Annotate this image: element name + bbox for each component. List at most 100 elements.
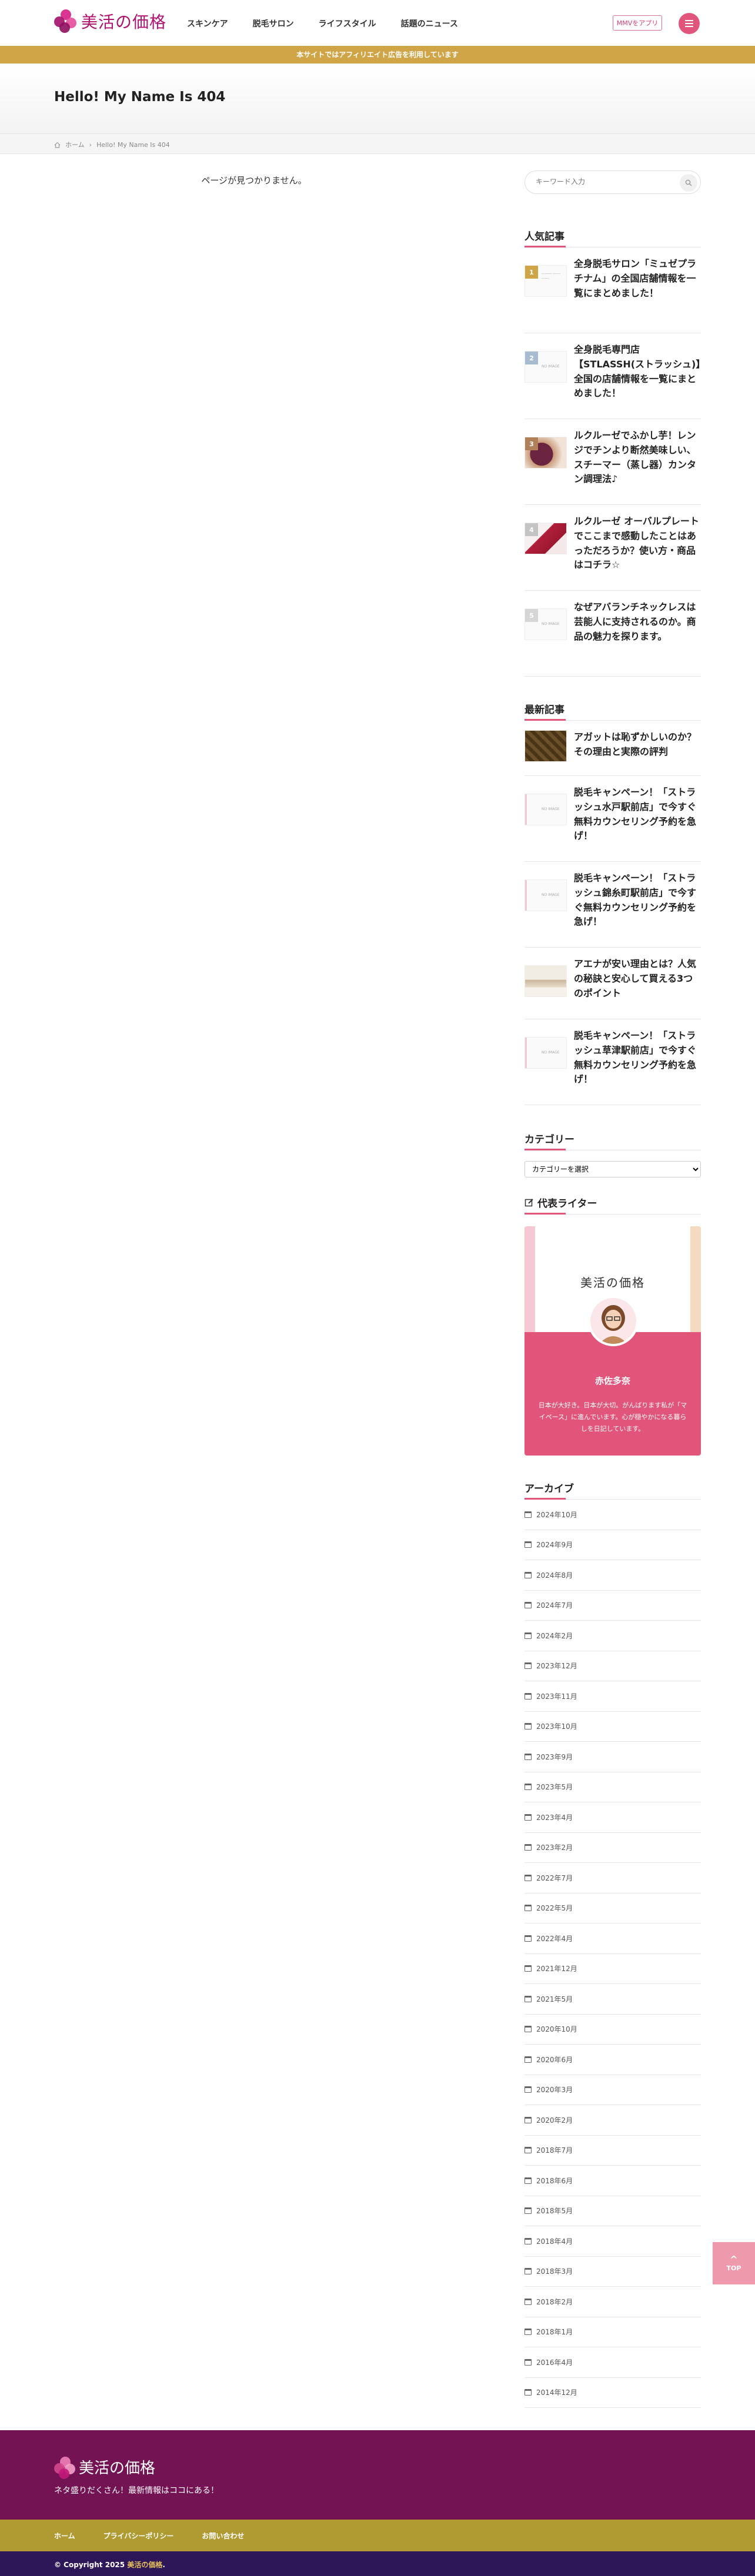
affiliate-notice: 本サイトではアフィリエイト広告を利用しています [0, 46, 755, 63]
nav-item-lifestyle[interactable]: ライフスタイル [319, 18, 376, 29]
sidebar: 人気記事 1 -------- ------ ------ 全身脱毛サロン「ミュ… [525, 170, 701, 2408]
archive-item[interactable]: 2023年11月 [525, 1681, 701, 1712]
post-title: なぜアバランチネックレスは芸能人に支持されるのか。商品の魅力を探ります。 [574, 601, 696, 642]
recent-post[interactable]: NO IMAGE 脱毛キャンペーン！「ストラッシュ草津駅前店」で今すぐ無料カウン… [525, 1019, 701, 1105]
archive-item[interactable]: 2018年7月 [525, 2136, 701, 2166]
calendar-icon [525, 1844, 532, 1851]
archive-item[interactable]: 2022年5月 [525, 1893, 701, 1923]
calendar-icon [525, 1814, 532, 1821]
archive-item[interactable]: 2024年10月 [525, 1500, 701, 1530]
archive-item[interactable]: 2018年4月 [525, 2226, 701, 2257]
archive-item[interactable]: 2023年10月 [525, 1712, 701, 1742]
popular-post[interactable]: 2 NO IMAGE 全身脱毛専門店【STLASSH(ストラッシュ)】全国の店舗情… [525, 333, 701, 419]
menu-button[interactable] [679, 13, 700, 34]
archive-item[interactable]: 2020年2月 [525, 2105, 701, 2136]
category-widget: カテゴリー カテゴリーを選択 [525, 1131, 701, 1177]
flower-logo-icon [54, 9, 78, 33]
archive-item[interactable]: 2023年12月 [525, 1651, 701, 1681]
calendar-icon [525, 1784, 532, 1791]
archive-list: 2024年10月 2024年9月 2024年8月 2024年7月 2024年2月 2023… [525, 1500, 701, 2408]
footer-tagline: ネタ盛りだくさん！最新情報はココにある！ [54, 2486, 219, 2495]
calendar-icon [525, 1995, 532, 2002]
nav-item-skincare[interactable]: スキンケア [187, 18, 228, 29]
app-button[interactable]: MMVをアプリ [613, 15, 662, 31]
widget-title-popular: 人気記事 [525, 228, 701, 247]
archive-item[interactable]: 2020年6月 [525, 2045, 701, 2075]
nav-item-news[interactable]: 話題のニュース [401, 18, 458, 29]
writer-description: 日本が大好き。日本が大切。がんばります私が「マイペース」に進んでいます。心が穏や… [538, 1401, 687, 1433]
calendar-icon [525, 2026, 532, 2033]
archive-item[interactable]: 2018年5月 [525, 2196, 701, 2226]
archive-item-label: 2023年10月 [536, 1722, 577, 1731]
writer-name: 赤佐多奈 [594, 1376, 630, 1386]
archive-item-label: 2018年1月 [536, 2328, 573, 2337]
calendar-icon [525, 1632, 532, 1639]
site-logo[interactable]: 美活の価格 [54, 9, 166, 33]
archive-item[interactable]: 2016年4月 [525, 2347, 701, 2378]
archive-item[interactable]: 2022年4月 [525, 1923, 701, 1954]
archive-item[interactable]: 2024年2月 [525, 1621, 701, 1651]
calendar-icon [525, 2389, 532, 2396]
post-thumbnail: 1 -------- ------ ------ [525, 265, 567, 297]
popular-post[interactable]: 5 NO IMAGE なぜアバランチネックレスは芸能人に支持されるのか。商品の魅力… [525, 591, 701, 677]
archive-item[interactable]: 2018年1月 [525, 2317, 701, 2347]
archive-item[interactable]: 2018年6月 [525, 2166, 701, 2196]
calendar-icon [525, 2147, 532, 2154]
popular-post[interactable]: 1 -------- ------ ------ 全身脱毛サロン「ミュゼプラチナ… [525, 247, 701, 333]
popular-post[interactable]: 4 ルクルーゼ オーバルプレートでここまで感動したことはあっただろうか？使い方・… [525, 505, 701, 591]
copyright-site-link[interactable]: 美活の価格 [127, 2561, 162, 2569]
page-title: Hello! My Name Is 404 [54, 89, 226, 105]
archive-item[interactable]: 2020年3月 [525, 2075, 701, 2105]
archive-item-label: 2018年2月 [536, 2297, 573, 2306]
archive-item[interactable]: 2014年12月 [525, 2378, 701, 2408]
footer-link-contact[interactable]: お問い合わせ [202, 2531, 244, 2541]
writer-brand: 美活の価格 [580, 1276, 645, 1290]
recent-post[interactable]: NO IMAGE 脱毛キャンペーン！「ストラッシュ水戸駅前店」で今すぐ無料カウン… [525, 776, 701, 862]
archive-item[interactable]: 2020年10月 [525, 2015, 701, 2045]
archive-item-label: 2018年4月 [536, 2237, 573, 2246]
recent-post[interactable]: アガットは恥ずかしいのか？その理由と実際の評判 [525, 721, 701, 776]
post-thumbnail: 2 NO IMAGE [525, 351, 567, 383]
hamburger-icon [685, 20, 693, 21]
archive-item-label: 2023年5月 [536, 1783, 573, 1792]
footer-link-privacy[interactable]: プライバシーポリシー [103, 2531, 174, 2541]
breadcrumb: ホーム › Hello! My Name Is 404 [0, 134, 755, 154]
archive-item[interactable]: 2023年5月 [525, 1772, 701, 1802]
archive-item[interactable]: 2024年7月 [525, 1591, 701, 1621]
footer-nav: ホーム プライバシーポリシー お問い合わせ [0, 2520, 755, 2551]
archive-item[interactable]: 2021年5月 [525, 1984, 701, 2015]
archive-item-label: 2020年6月 [536, 2055, 573, 2064]
archive-widget: アーカイブ 2024年10月 2024年9月 2024年8月 2024年7月 2024年… [525, 1480, 701, 2408]
search-button[interactable] [680, 174, 697, 192]
search-input[interactable] [536, 178, 665, 186]
calendar-icon [525, 2116, 532, 2123]
calendar-icon [525, 1662, 532, 1670]
archive-item[interactable]: 2023年9月 [525, 1742, 701, 1772]
back-to-top-button[interactable]: ^ TOP [713, 2242, 755, 2284]
post-thumbnail: NO IMAGE [525, 794, 567, 825]
archive-item[interactable]: 2023年2月 [525, 1833, 701, 1863]
archive-item-label: 2023年2月 [536, 1844, 573, 1852]
category-select[interactable]: カテゴリーを選択 [525, 1161, 701, 1177]
calendar-icon [525, 2329, 532, 2336]
archive-item[interactable]: 2021年12月 [525, 1954, 701, 1984]
recent-post[interactable]: アエナが安い理由とは？人気の秘訣と安心して買える3つのポイント [525, 948, 701, 1019]
calendar-icon [525, 1692, 532, 1700]
footer-link-home[interactable]: ホーム [54, 2531, 75, 2541]
post-title: 脱毛キャンペーン！「ストラッシュ錦糸町駅前店」で今すぐ無料カウンセリング予約を急… [574, 872, 697, 928]
recent-post[interactable]: NO IMAGE 脱毛キャンペーン！「ストラッシュ錦糸町駅前店」で今すぐ無料カウ… [525, 862, 701, 948]
archive-item[interactable]: 2018年2月 [525, 2287, 701, 2317]
archive-item[interactable]: 2018年3月 [525, 2257, 701, 2287]
post-title: 全身脱毛サロン「ミュゼプラチナム」の全国店舗情報を一覧にまとめました！ [574, 258, 697, 299]
footer-logo[interactable]: 美活の価格 [54, 2456, 155, 2479]
breadcrumb-home[interactable]: ホーム [65, 140, 85, 149]
archive-item[interactable]: 2024年8月 [525, 1560, 701, 1591]
archive-item[interactable]: 2023年4月 [525, 1802, 701, 1833]
popular-post[interactable]: 3 ルクルーゼでふかし芋！レンジでチンより断然美味しい、スチーマー（蒸し器）カン… [525, 419, 701, 505]
search-box [525, 170, 701, 194]
archive-item[interactable]: 2022年7月 [525, 1863, 701, 1893]
calendar-icon [525, 2237, 532, 2244]
archive-item[interactable]: 2024年9月 [525, 1530, 701, 1560]
widget-title-writer: 代表ライター [525, 1195, 701, 1215]
nav-item-hair-removal[interactable]: 脱毛サロン [253, 18, 294, 29]
